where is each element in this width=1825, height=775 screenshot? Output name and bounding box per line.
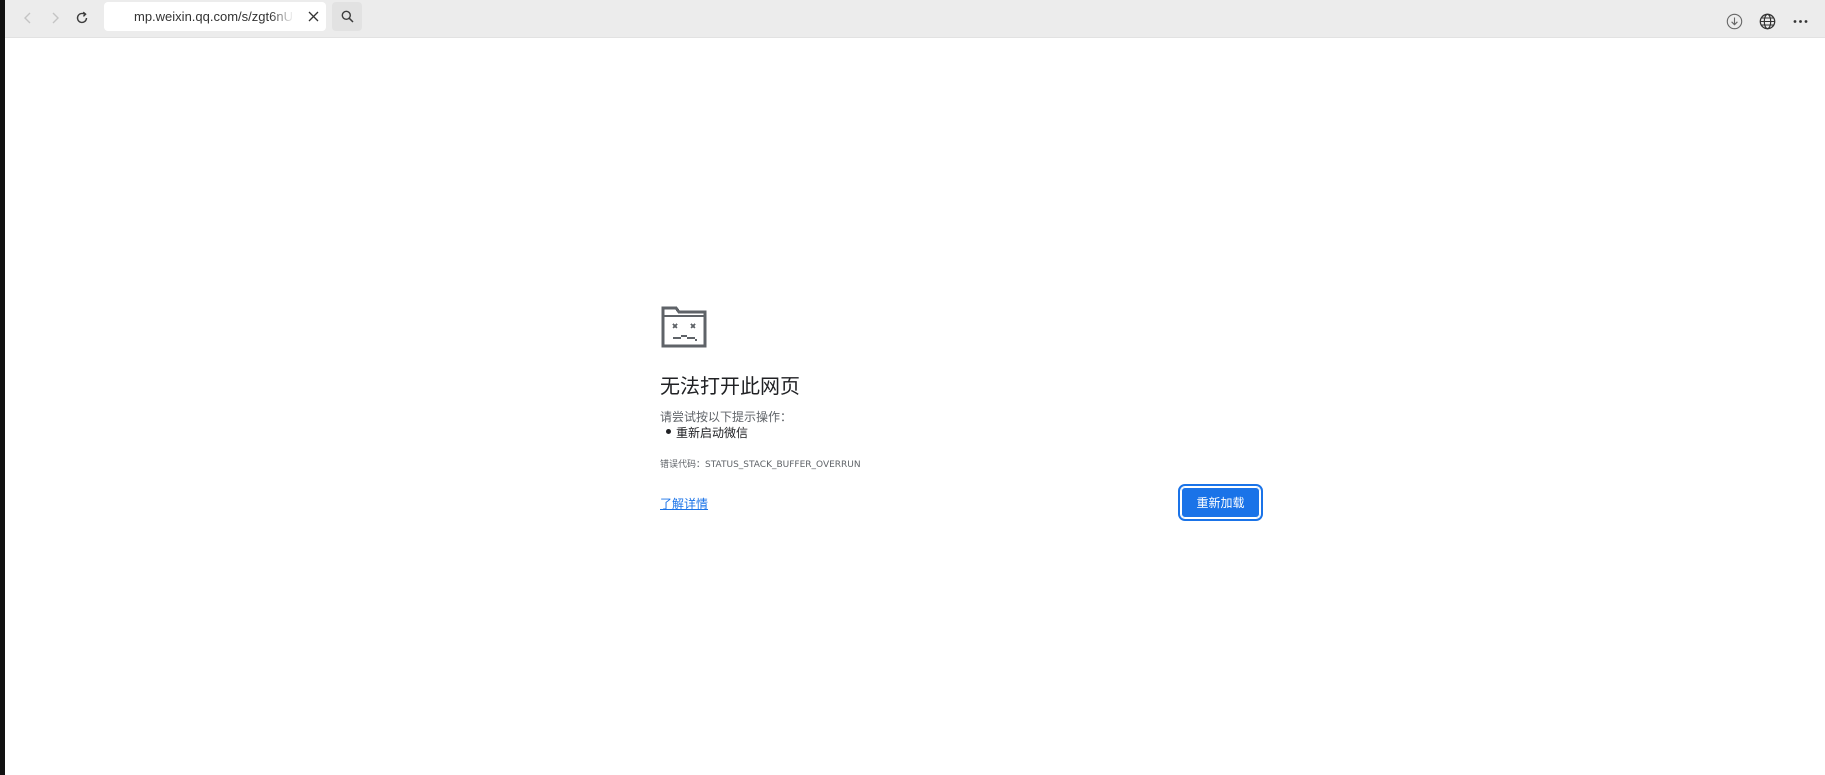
download-button[interactable] xyxy=(1724,11,1744,31)
reload-icon xyxy=(76,11,88,24)
address-bar[interactable]: mp.weixin.qq.com/s/zgt6nU xyxy=(104,2,326,31)
more-icon xyxy=(1793,19,1807,23)
suggestion-label: 请尝试按以下提示操作： xyxy=(660,410,793,424)
sad-folder-icon xyxy=(661,306,707,348)
error-code-value: STATUS_STACK_BUFFER_OVERRUN xyxy=(705,460,861,470)
bullet-icon xyxy=(666,429,671,434)
back-button[interactable] xyxy=(16,6,40,30)
list-item: 重新启动微信 xyxy=(660,424,748,441)
globe-button[interactable] xyxy=(1757,11,1777,31)
learn-more-link[interactable]: 了解详情 xyxy=(660,495,708,512)
download-icon xyxy=(1726,13,1742,29)
suggestion-list: 重新启动微信 xyxy=(660,424,748,441)
browser-window: mp.weixin.qq.com/s/zgt6nU 无法打开此网页 请尝试按以下… xyxy=(0,0,1825,775)
error-code: 错误代码：STATUS_STACK_BUFFER_OVERRUN xyxy=(660,457,861,470)
error-title: 无法打开此网页 xyxy=(660,374,800,398)
reload-toolbar-button[interactable] xyxy=(70,6,94,30)
error-code-label: 错误代码： xyxy=(660,460,706,470)
search-icon xyxy=(341,10,354,23)
reload-button[interactable]: 重新加载 xyxy=(1178,484,1263,521)
forward-button[interactable] xyxy=(43,6,67,30)
window-edge xyxy=(0,0,5,775)
globe-icon xyxy=(1759,13,1775,29)
search-button[interactable] xyxy=(332,2,362,31)
close-icon[interactable] xyxy=(304,7,322,25)
more-button[interactable] xyxy=(1790,11,1810,31)
browser-toolbar: mp.weixin.qq.com/s/zgt6nU xyxy=(5,0,1825,38)
url-text[interactable]: mp.weixin.qq.com/s/zgt6nU xyxy=(134,9,294,24)
chevron-right-icon xyxy=(52,12,59,24)
chevron-left-icon xyxy=(24,12,31,24)
suggestion-text: 重新启动微信 xyxy=(676,426,749,440)
